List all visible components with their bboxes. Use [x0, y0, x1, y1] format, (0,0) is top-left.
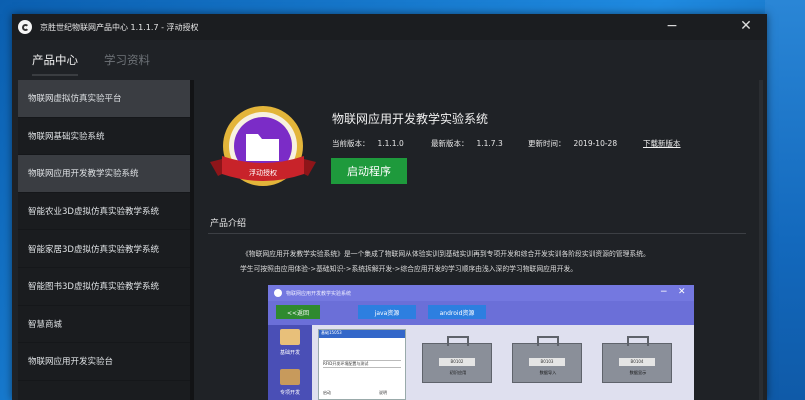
- section-label-intro: 产品介绍: [210, 219, 247, 229]
- screenshot-titlebar: 物联网应用开发教学实验系统 − ✕: [268, 285, 694, 301]
- card-head: 基础15053: [319, 330, 405, 338]
- briefcase-icon: B0103 数据导入: [512, 336, 582, 383]
- divider: [208, 233, 746, 234]
- sidebar: 物联网虚拟仿真实验平台 物联网基础实验系统 物联网应用开发教学实验系统 智能农业…: [18, 80, 194, 400]
- screenshot-logo-icon: [274, 289, 282, 297]
- card-foot-right: 说明: [379, 390, 387, 395]
- screenshot-left-label: 基础开发: [279, 350, 300, 356]
- book-icon: [280, 329, 300, 345]
- case-name: 初识应用: [449, 370, 467, 375]
- sidebar-item-label: 物联网应用开发实验台: [28, 357, 114, 368]
- product-title: 物联网应用开发教学实验系统: [332, 112, 489, 126]
- update-time: 更新时间： 2019-10-28: [528, 139, 618, 148]
- card-foot-left: 启动: [323, 390, 331, 395]
- close-button[interactable]: ✕: [737, 18, 755, 34]
- briefcase-icon: B0104 数据显示: [602, 336, 672, 383]
- sidebar-item-iot-basic[interactable]: 物联网基础实验系统: [18, 118, 190, 156]
- tab-product-center[interactable]: 产品中心: [32, 52, 78, 68]
- description-line-1: 《物联网应用开发教学实验系统》是一个集成了物联网从体验实训到基础实训再到专项开发…: [242, 250, 650, 258]
- sidebar-item-label: 物联网应用开发教学实验系统: [28, 169, 139, 180]
- briefcase-icon: B0102 初识应用: [422, 336, 492, 383]
- latest-version: 最新版本： 1.1.7.3: [431, 139, 503, 148]
- sidebar-item-smart-mall[interactable]: 智慧商城: [18, 306, 190, 344]
- app-window: 京胜世纪物联网产品中心 1.1.1.7 - 浮动授权 − ✕ 产品中心 学习资料…: [12, 14, 767, 400]
- sidebar-item-iot-virtual-platform[interactable]: 物联网虚拟仿真实验平台: [18, 80, 190, 118]
- product-screenshot: 物联网应用开发教学实验系统 − ✕ <<返回 java资源 android资源 …: [268, 285, 694, 400]
- screenshot-tab-android: android资源: [428, 305, 486, 319]
- sidebar-item-label: 物联网虚拟仿真实验平台: [28, 94, 122, 105]
- download-new-version-link[interactable]: 下载新版本: [643, 138, 681, 149]
- app-logo-icon: [18, 20, 32, 34]
- sidebar-item-label: 智能图书3D虚拟仿真实验教学系统: [28, 282, 159, 293]
- sidebar-item-smart-agriculture[interactable]: 智能农业3D虚拟仿真实验教学系统: [18, 193, 190, 231]
- main-tabs: 产品中心 学习资料: [12, 40, 767, 80]
- titlebar: 京胜世纪物联网产品中心 1.1.1.7 - 浮动授权 − ✕: [12, 14, 767, 40]
- main-scrollbar[interactable]: [759, 80, 763, 400]
- sidebar-item-smart-library[interactable]: 智能图书3D虚拟仿真实验教学系统: [18, 268, 190, 306]
- badge-text: 浮动授权: [249, 169, 277, 177]
- current-version: 当前版本： 1.1.1.0: [332, 139, 404, 148]
- minimize-button[interactable]: −: [663, 18, 681, 34]
- case-name: 数据显示: [629, 370, 647, 375]
- screenshot-close-icon: ✕: [678, 287, 686, 297]
- screenshot-selected-card: 基础15053 RFID开发环境配置与测试 启动 说明: [318, 329, 406, 400]
- tab-learning-materials[interactable]: 学习资料: [104, 52, 150, 68]
- window-title: 京胜世纪物联网产品中心 1.1.1.7 - 浮动授权: [40, 22, 199, 32]
- screenshot-minimize-icon: −: [660, 287, 668, 297]
- sidebar-item-label: 智能农业3D虚拟仿真实验教学系统: [28, 207, 159, 218]
- description-line-2: 学生可按照由应用体验->基础知识->系统拆解开发->综合应用开发的学习顺序由浅入…: [240, 265, 578, 273]
- product-detail: 浮动授权 物联网应用开发教学实验系统 当前版本： 1.1.1.0 最新版本： 1.1…: [198, 80, 767, 400]
- sidebar-item-iot-dev-bench[interactable]: 物联网应用开发实验台: [18, 343, 190, 381]
- sidebar-scrollbar[interactable]: [190, 80, 194, 400]
- screenshot-title: 物联网应用开发教学实验系统: [286, 290, 352, 297]
- sidebar-item-iot-app-dev[interactable]: 物联网应用开发教学实验系统: [18, 155, 190, 193]
- sidebar-item-label: 智能家居3D虚拟仿真实验教学系统: [28, 244, 159, 255]
- start-program-button[interactable]: 启动程序: [331, 158, 407, 184]
- desktop-background: [765, 0, 805, 400]
- tab-underline: [32, 74, 78, 76]
- case-name: 数据导入: [539, 370, 557, 375]
- card-text: RFID开发环境配置与测试: [323, 360, 401, 368]
- screenshot-left-panel: 基础开发 专项开发: [268, 325, 312, 400]
- screenshot-left-label: 专项开发: [279, 390, 300, 396]
- screenshot-tab-back: <<返回: [276, 305, 320, 319]
- sidebar-item-label: 物联网基础实验系统: [28, 131, 105, 142]
- license-badge-icon: [210, 106, 316, 186]
- book-icon: [280, 369, 300, 385]
- sidebar-item-label: 智慧商城: [28, 319, 63, 330]
- sidebar-item-smart-home[interactable]: 智能家居3D虚拟仿真实验教学系统: [18, 230, 190, 268]
- screenshot-tab-java: java资源: [358, 305, 416, 319]
